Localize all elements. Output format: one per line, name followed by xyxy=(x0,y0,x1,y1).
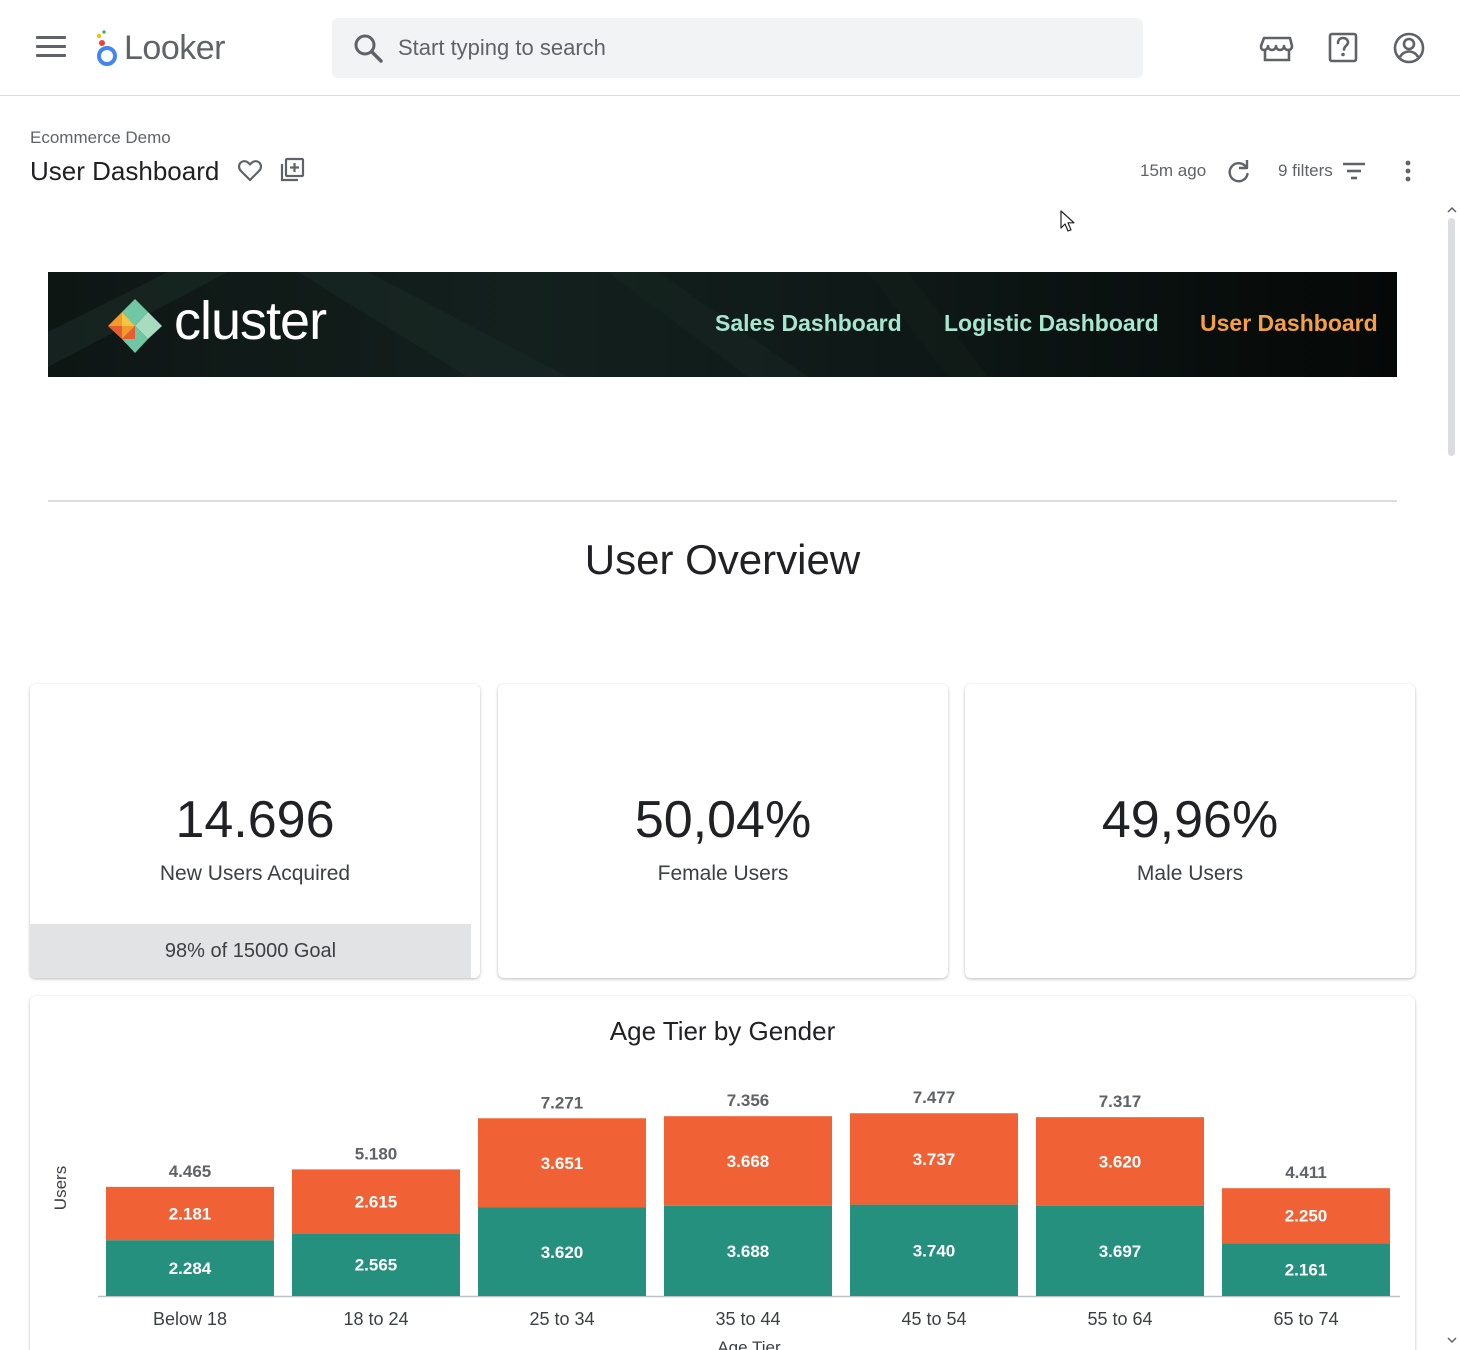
x-tick-label: 18 to 24 xyxy=(343,1309,408,1329)
bar-value-label: 3.740 xyxy=(913,1241,956,1260)
x-tick-label: 45 to 54 xyxy=(901,1309,966,1329)
bar-value-label: 2.565 xyxy=(355,1256,398,1275)
bar-value-label: 3.620 xyxy=(1099,1152,1142,1171)
bar-value-label: 3.651 xyxy=(541,1154,584,1173)
kpi-label: Female Users xyxy=(657,862,789,885)
add-to-board-icon[interactable] xyxy=(278,156,306,184)
heart-icon[interactable] xyxy=(236,156,264,184)
kpi-label: Male Users xyxy=(1136,862,1244,885)
bar-value-label: 3.688 xyxy=(727,1242,770,1261)
kpi-label: New Users Acquired xyxy=(159,862,351,885)
kpi-card-new-users[interactable]: 14.696 New Users Acquired 98% of 15000 G… xyxy=(30,684,480,978)
kpi-card-male-users[interactable]: 49,96% Male Users xyxy=(965,684,1415,978)
x-tick-label: 55 to 64 xyxy=(1087,1309,1152,1329)
cluster-logo-icon xyxy=(108,299,162,353)
section-title: User Overview xyxy=(584,536,861,583)
bar-total-label: 7.317 xyxy=(1099,1092,1142,1111)
filters-button[interactable]: 9 filters xyxy=(1278,157,1367,185)
menu-icon[interactable] xyxy=(36,36,66,60)
account-icon[interactable] xyxy=(1391,30,1427,66)
bar-total-label: 5.180 xyxy=(355,1144,398,1163)
bar-total-label: 7.477 xyxy=(913,1088,956,1107)
scroll-up-arrow-icon[interactable] xyxy=(1446,204,1458,216)
bar-total-label: 4.465 xyxy=(169,1162,212,1181)
bar-value-label: 2.284 xyxy=(169,1259,212,1278)
kpi-card-female-users[interactable]: 50,04% Female Users xyxy=(498,684,948,978)
top-bar: Looker xyxy=(0,0,1460,96)
user-dashboard-link[interactable]: User Dashboard xyxy=(1200,310,1378,337)
bar-total-label: 7.356 xyxy=(727,1091,770,1110)
filter-icon xyxy=(1342,162,1365,180)
bar-value-label: 3.620 xyxy=(541,1243,584,1262)
search-bar[interactable] xyxy=(332,18,1143,78)
kpi-value: 50,04% xyxy=(634,791,812,849)
more-vert-icon[interactable] xyxy=(1396,157,1420,185)
scrollbar-thumb[interactable] xyxy=(1448,218,1455,456)
x-tick-label: 25 to 34 xyxy=(529,1309,594,1329)
bar-value-label: 3.737 xyxy=(913,1150,956,1169)
search-input[interactable] xyxy=(398,35,1098,61)
x-tick-label: 65 to 74 xyxy=(1273,1309,1338,1329)
breadcrumb[interactable]: Ecommerce Demo xyxy=(30,128,171,148)
cluster-banner: cluster Sales Dashboard Logistic Dashboa… xyxy=(48,272,1397,377)
last-updated: 15m ago xyxy=(1140,161,1207,180)
refresh-icon[interactable] xyxy=(1224,157,1252,185)
marketplace-icon[interactable] xyxy=(1259,30,1295,66)
cluster-brand: cluster xyxy=(174,291,327,351)
bar-total-label: 7.271 xyxy=(541,1093,584,1112)
help-icon[interactable] xyxy=(1325,30,1361,66)
bar-value-label: 2.615 xyxy=(355,1192,398,1211)
bar-total-label: 4.411 xyxy=(1285,1163,1327,1182)
age-tier-chart-card[interactable]: Age Tier by Gender Users 2.284 2.181 4.465 B… xyxy=(30,996,1415,1350)
bar-value-label: 3.697 xyxy=(1099,1242,1142,1261)
search-icon xyxy=(354,34,383,63)
kpi-value: 14.696 xyxy=(175,791,335,849)
scroll-down-arrow-icon[interactable] xyxy=(1446,1334,1458,1346)
bar-value-label: 3.668 xyxy=(727,1152,770,1171)
x-tick-label: Below 18 xyxy=(153,1309,227,1329)
kpi-goal-footer: 98% of 15000 Goal xyxy=(30,924,471,978)
age-tier-chart: Users 2.284 2.181 4.465 Below 18 2.565 2.615 5.… xyxy=(51,1088,1400,1350)
logistic-dashboard-link[interactable]: Logistic Dashboard xyxy=(944,310,1159,337)
sales-dashboard-link[interactable]: Sales Dashboard xyxy=(715,310,902,337)
looker-logo[interactable]: Looker xyxy=(94,28,225,68)
bar-value-label: 2.161 xyxy=(1285,1261,1328,1280)
mouse-cursor-icon xyxy=(1060,210,1075,232)
y-axis-label: Users xyxy=(51,1166,70,1210)
app-name: Looker xyxy=(124,28,225,67)
bar-value-label: 2.181 xyxy=(169,1205,212,1224)
looker-logo-icon xyxy=(96,30,117,66)
filters-label: 9 filters xyxy=(1278,161,1333,180)
x-axis-label: Age Tier xyxy=(717,1338,781,1350)
section-divider xyxy=(48,500,1397,502)
bar-value-label: 2.250 xyxy=(1285,1207,1328,1226)
kpi-value: 49,96% xyxy=(1101,791,1279,849)
page-title: User Dashboard xyxy=(30,156,220,186)
x-tick-label: 35 to 44 xyxy=(715,1309,780,1329)
